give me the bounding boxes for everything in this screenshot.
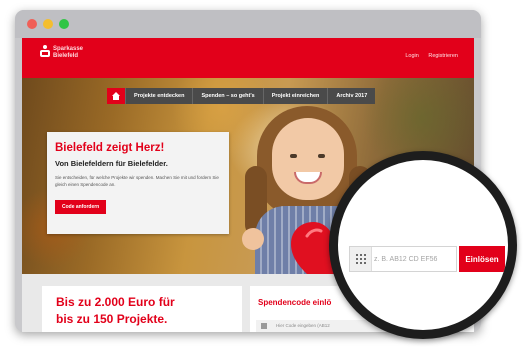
header-links: Login Registrieren xyxy=(397,53,458,59)
nav-archiv[interactable]: Archiv 2017 xyxy=(327,88,376,104)
nav-projekte-entdecken[interactable]: Projekte entdecken xyxy=(125,88,193,104)
maximize-icon[interactable] xyxy=(59,19,69,29)
login-link[interactable]: Login xyxy=(405,53,418,59)
hero-title: Bielefeld zeigt Herz! xyxy=(55,142,165,154)
nav-spenden[interactable]: Spenden – so geht's xyxy=(192,88,263,104)
sparkasse-s-icon xyxy=(40,45,50,57)
promo-card: Bis zu 2.000 Euro für bis zu 150 Projekt… xyxy=(42,286,242,332)
promo-line-2: bis zu 150 Projekte. xyxy=(56,312,168,326)
code-anfordern-button[interactable]: Code anfordern xyxy=(55,200,107,214)
spendencode-input[interactable] xyxy=(374,249,456,269)
minimize-icon[interactable] xyxy=(43,19,53,29)
browser-titlebar xyxy=(15,10,481,38)
magnifier-circle: Einlösen xyxy=(329,151,517,339)
hero-text: Sie entscheiden, für welche Projekte wir… xyxy=(55,175,219,187)
einloesen-button[interactable]: Einlösen xyxy=(459,246,505,272)
spendencode-field xyxy=(349,246,457,272)
keypad-icon xyxy=(261,323,267,329)
hero-card: Bielefeld zeigt Herz! Von Bielefeldern f… xyxy=(47,132,229,234)
logo-line-2: Bielefeld xyxy=(53,53,79,59)
code-title: Spendencode einlö xyxy=(258,298,332,307)
logo-line-1: Sparkasse xyxy=(53,46,84,52)
logo-text: Sparkasse Bielefeld xyxy=(53,46,83,60)
keypad-icon-box xyxy=(350,247,372,271)
site-header: Sparkasse Bielefeld Login Registrieren xyxy=(22,38,474,78)
nav-projekt-einreichen[interactable]: Projekt einreichen xyxy=(262,88,328,104)
home-icon xyxy=(112,92,120,100)
screenshot-stage: Sparkasse Bielefeld Login Registrieren P… xyxy=(0,0,523,347)
hero-subtitle: Von Bielefeldern für Bielefelder. xyxy=(55,159,168,168)
code-input-placeholder: Hier Code eingeben (AB12 xyxy=(276,323,330,328)
main-nav: Projekte entdecken Spenden – so geht's P… xyxy=(107,88,376,104)
sparkasse-logo[interactable]: Sparkasse Bielefeld xyxy=(40,45,100,71)
promo-line-1: Bis zu 2.000 Euro für xyxy=(56,295,175,309)
register-link[interactable]: Registrieren xyxy=(428,53,458,59)
close-icon[interactable] xyxy=(27,19,37,29)
keypad-icon xyxy=(356,254,366,264)
nav-home[interactable] xyxy=(107,88,125,104)
